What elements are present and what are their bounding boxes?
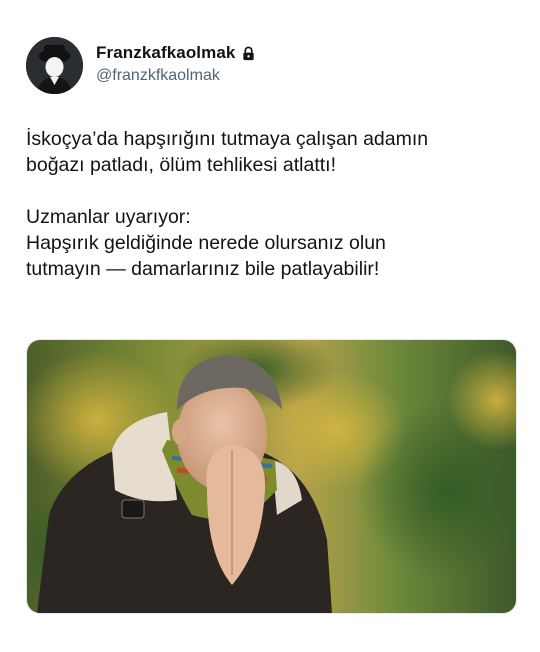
tweet-media-photo[interactable] <box>26 339 517 614</box>
author-name-row: Franzkafkaolmak <box>96 43 256 63</box>
tweet: Franzkafkaolmak @franzkfkaolmak İskoçya’… <box>0 0 540 652</box>
author-handle[interactable]: @franzkfkaolmak <box>96 67 220 85</box>
tweet-text-line: İskoçya’da hapşırığını tutmaya çalışan a… <box>26 128 429 150</box>
avatar[interactable] <box>26 37 83 94</box>
lock-icon <box>241 46 256 61</box>
tweet-text-line: boğazı patladı, ölüm tehlikesi atlattı! <box>26 154 337 176</box>
tweet-text-line: tutmayın — damarlarınız bile patlayabili… <box>26 258 380 280</box>
tweet-text-line: Uzmanlar uyarıyor: <box>26 206 191 228</box>
tweet-text: İskoçya’da hapşırığını tutmaya çalışan a… <box>26 126 516 282</box>
tweet-text-line: Hapşırık geldiğinde nerede olursanız olu… <box>26 232 386 254</box>
man-sneezing-photo <box>27 340 516 613</box>
avatar-silhouette-icon <box>26 37 83 94</box>
author-display-name[interactable]: Franzkafkaolmak <box>96 43 235 63</box>
